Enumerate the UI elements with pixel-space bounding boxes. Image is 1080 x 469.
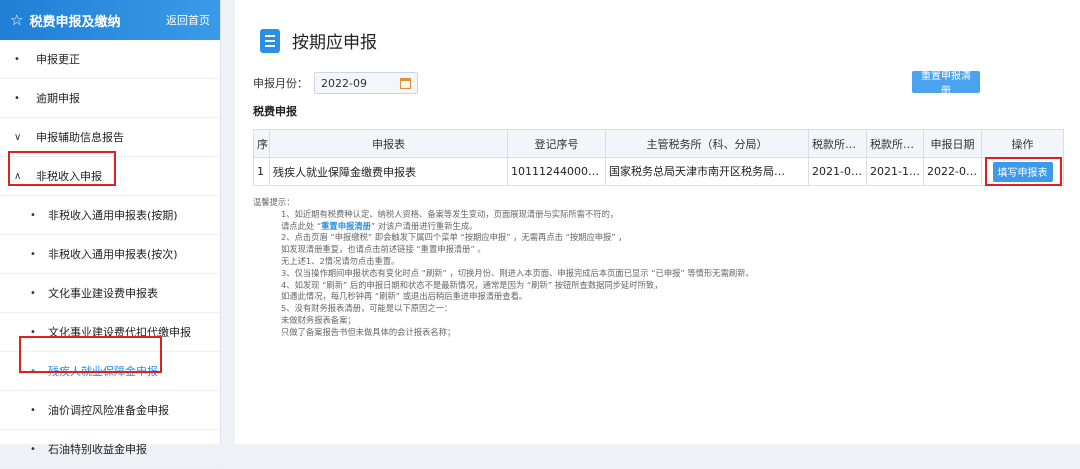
period-selector: 申报月份： 2022-09 [253,72,418,94]
bullet-icon: • [30,287,36,299]
tax-office: 国家税务总局天津市南开区税务局 [605,157,809,186]
column-header: 操作 [981,129,1064,158]
tips-line: 4、如发现 “刷新” 后的申报日期和状态不是最新情况，通常是因为 “刷新” 按钮… [281,279,663,290]
nav-item-label: 逾期申报 [36,92,80,105]
column-header: 序.. [253,129,270,158]
sidebar-header: ☆ 税费申报及缴纳 返回首页 [0,0,220,40]
bullet-icon: • [30,209,36,221]
tips-line: 2、点击页眉 “申报缴税” 即会触发下属四个菜单 “按期应申报” ，无需再点击 … [281,232,627,243]
registration-number: 101112440000254... [507,157,606,186]
period-field[interactable]: 2022-09 [314,72,418,94]
nav-item-label: 非税收入通用申报表(按期) [48,209,178,222]
reset-declaration-list-button[interactable]: 重置申报清册 [912,71,980,97]
nav-subitem-oil-special-gain[interactable]: • 石油特别收益金申报 [0,430,220,469]
star-icon: ☆ [10,11,24,29]
sidebar-nav: • 申报更正 • 逾期申报 ∨ 申报辅助信息报告 ∧ 非税收入申报 • 非税收入通用申报表… [0,40,220,469]
table-row: 1 残疾人就业保障金缴费申报表 101112440000254... 国家税务总… [253,157,1064,186]
nav-item-label: 非税收入通用申报表(按次) [48,248,178,261]
nav-item-label: 申报辅助信息报告 [36,131,124,144]
nav-item-label: 申报更正 [36,53,80,66]
page-title: 按期应申报 [292,33,377,53]
bullet-icon: • [30,404,36,416]
highlight-box-disability-fund [19,336,162,373]
nav-subitem-nontax-per-time[interactable]: • 非税收入通用申报表(按次) [0,235,220,274]
nav-item-correction[interactable]: • 申报更正 [0,40,220,79]
period-label: 申报月份： [253,77,308,90]
bullet-icon: • [14,53,20,65]
tips-line: 1、如近期有税费种认定、纳税人资格、备案等发生变动，页面展现清册与实际所需不符的… [281,208,619,219]
tips-notes: 温馨提示： 1、如近期有税费种认定、纳税人资格、备案等发生变动，页面展现清册与实… [253,197,1013,339]
bullet-icon: • [30,248,36,260]
bullet-icon: • [30,443,36,455]
nav-item-overdue[interactable]: • 逾期申报 [0,79,220,118]
table-header-row: 序.. 申报表 登记序号 主管税务所（科、分局） 税款所属... 税款所属...… [253,129,1064,158]
document-icon [260,28,280,53]
nav-item-label: 文化事业建设费申报表 [48,287,158,300]
highlight-box-nontax [8,151,116,186]
bullet-icon: • [14,92,20,104]
tips-line: 如发现清册重复，也请点击前述链接 “重置申报清册” 。 [281,244,486,255]
form-name: 残疾人就业保障金缴费申报表 [269,157,508,186]
main-panel: 按期应申报 申报月份： 2022-09 重置申报清册 税费申报 序.. 申报表 … [235,0,1080,444]
column-header: 主管税务所（科、分局） [605,129,809,158]
period-end: 2021-12-31 [866,157,924,186]
declaration-date: 2022-08-10 [923,157,982,186]
column-header: 申报表 [269,129,508,158]
sidebar: ☆ 税费申报及缴纳 返回首页 • 申报更正 • 逾期申报 ∨ 申报辅助信息报告 ∧ 非税… [0,0,221,469]
declaration-table: 序.. 申报表 登记序号 主管税务所（科、分局） 税款所属... 税款所属...… [253,129,1064,186]
chevron-down-icon: ∨ [14,131,22,143]
nav-item-label: 油价调控风险准备金申报 [48,404,169,417]
column-header: 申报日期 [923,129,982,158]
tips-title: 温馨提示： [253,197,295,207]
nav-subitem-culture-fee[interactable]: • 文化事业建设费申报表 [0,274,220,313]
reset-list-link[interactable]: 重置申报清册 [321,221,371,231]
tips-line: 5、没有财务报表清册，可能是以下原因之一： [281,303,453,314]
section-label: 税费申报 [253,105,297,118]
nav-subitem-nontax-periodic[interactable]: • 非税收入通用申报表(按期) [0,196,220,235]
period-start: 2021-01-01 [808,157,867,186]
nav-subitem-oil-price-reserve[interactable]: • 油价调控风险准备金申报 [0,391,220,430]
page-header: 按期应申报 [260,28,377,53]
calendar-icon[interactable] [400,77,411,89]
back-home-link[interactable]: 返回首页 [166,12,210,28]
tax-office-text: 国家税务总局天津市南开区税务局 [609,164,774,178]
sidebar-title: 税费申报及缴纳 [29,14,121,30]
row-index: 1 [253,157,270,186]
highlight-box-fill-button [985,157,1062,186]
period-value: 2022-09 [321,76,367,90]
tips-line: 如遇此情况，每几秒钟再 “刷新” 或退出后稍后重进申报清册查看。 [281,291,528,302]
tips-text: 请点此处 “ [281,220,322,231]
column-header: 税款所属... [808,129,867,158]
column-header: 税款所属... [866,129,924,158]
tips-line: 未做财务报表备案； [281,314,356,325]
column-header: 登记序号 [507,129,606,158]
tips-line: 请点此处 “重置申报清册” 对该户清册进行重新生成。 [253,221,1013,233]
tips-line: 只做了备案报告书但未做具体的会计报表名称； [281,326,456,337]
tips-line: 无上述1、2情况请勿点击重置。 [281,255,400,266]
tips-text: ” 对该户清册进行重新生成。 [370,220,478,231]
tips-line: 3、仅当操作期间申报状态有变化时点 “刷新” ，切换月份、刚进入本页面、申报完成… [281,267,754,278]
nav-item-label: 石油特别收益金申报 [48,443,147,456]
